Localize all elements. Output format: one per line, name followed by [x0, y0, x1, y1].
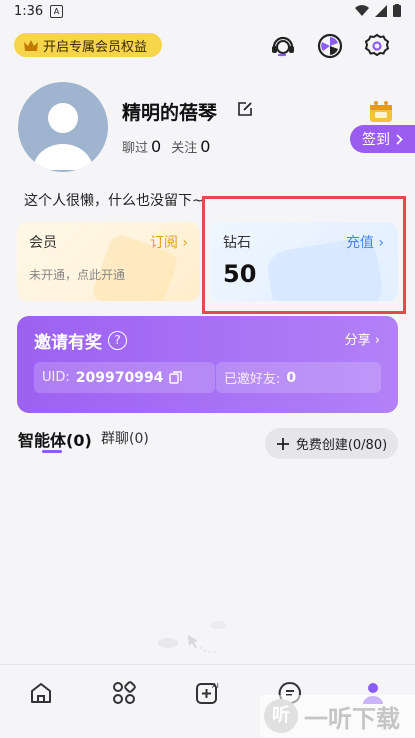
member-card-subtitle: 未开通，点此开通	[29, 268, 126, 282]
profile-bio: 这个人很懒，什么也没留下~	[24, 193, 204, 209]
invited-friends-box: 已邀好友: 0	[216, 362, 381, 393]
stat-label: 关注	[171, 141, 198, 156]
tab-agents[interactable]: 智能体(0)	[18, 427, 92, 451]
theme-wheel-icon[interactable]	[316, 32, 344, 60]
profile-stats: 聊过 0 关注 0	[122, 137, 210, 156]
stat-following[interactable]: 关注 0	[171, 137, 210, 156]
apps-grid-icon[interactable]	[110, 679, 138, 707]
signin-label: 签到	[362, 132, 390, 148]
default-avatar-icon	[33, 103, 93, 170]
vip-benefits-button[interactable]: 开启专属会员权益	[14, 33, 162, 57]
status-bar: 1:36 A	[0, 0, 415, 24]
ai-create-icon[interactable]: AI	[193, 679, 221, 707]
uid-box: UID: 209970994	[34, 362, 215, 393]
create-agent-label: 免费创建(0/80)	[295, 438, 388, 453]
svg-text:AI: AI	[212, 682, 219, 690]
wifi-icon	[355, 4, 369, 16]
avatar[interactable]	[18, 82, 108, 172]
stat-chatted[interactable]: 聊过 0	[122, 137, 161, 156]
invited-label: 已邀好友:	[224, 372, 281, 387]
stat-label: 聊过	[122, 141, 149, 156]
member-card[interactable]: 会员 订阅 › 未开通，点此开通	[17, 222, 200, 301]
calendar-gift-icon	[370, 101, 392, 122]
chevron-right-icon	[396, 133, 403, 145]
help-icon[interactable]: ?	[108, 331, 127, 350]
member-subscribe-label: 订阅	[149, 235, 178, 251]
invited-value: 0	[286, 369, 297, 386]
status-time: 1:36	[14, 4, 44, 19]
member-card-title: 会员	[29, 235, 57, 251]
copy-icon[interactable]	[169, 371, 183, 384]
home-icon[interactable]	[27, 679, 55, 707]
signal-icon	[375, 4, 387, 17]
notification-icon: A	[50, 5, 63, 18]
settings-gear-icon[interactable]	[363, 32, 391, 60]
watermark-text: 一听下载	[304, 704, 400, 733]
invite-title: 邀请有奖 ?	[34, 328, 127, 353]
empty-state-illustration	[158, 621, 226, 654]
invite-share-button[interactable]: 分享 ›	[345, 329, 380, 348]
edit-profile-icon[interactable]	[237, 101, 253, 117]
plus-icon	[276, 437, 289, 450]
tab-active-indicator	[42, 450, 62, 453]
invite-share-label: 分享	[344, 333, 371, 348]
signin-button[interactable]: 签到	[350, 125, 415, 153]
crown-icon	[24, 39, 38, 51]
highlight-box	[202, 196, 406, 314]
customer-service-icon[interactable]	[269, 32, 297, 60]
uid-label: UID:	[42, 370, 70, 385]
tab-group-chat[interactable]: 群聊(0)	[101, 428, 149, 448]
profile-name: 精明的蓓琴	[122, 102, 218, 124]
watermark: 听 一听下载	[260, 695, 415, 737]
invite-title-text: 邀请有奖	[34, 333, 102, 353]
vip-pill-label: 开启专属会员权益	[43, 39, 148, 55]
invite-card: 邀请有奖 ? 分享 › UID: 209970994 已邀好友: 0	[17, 316, 398, 413]
battery-icon	[393, 4, 401, 17]
stat-value: 0	[151, 137, 162, 156]
create-agent-button[interactable]: 免费创建(0/80)	[265, 428, 398, 459]
watermark-logo: 听	[264, 699, 298, 733]
uid-value: 209970994	[75, 369, 164, 386]
member-subscribe-link[interactable]: 订阅 ›	[150, 232, 188, 252]
status-icons	[355, 4, 401, 17]
stat-value: 0	[200, 137, 211, 156]
